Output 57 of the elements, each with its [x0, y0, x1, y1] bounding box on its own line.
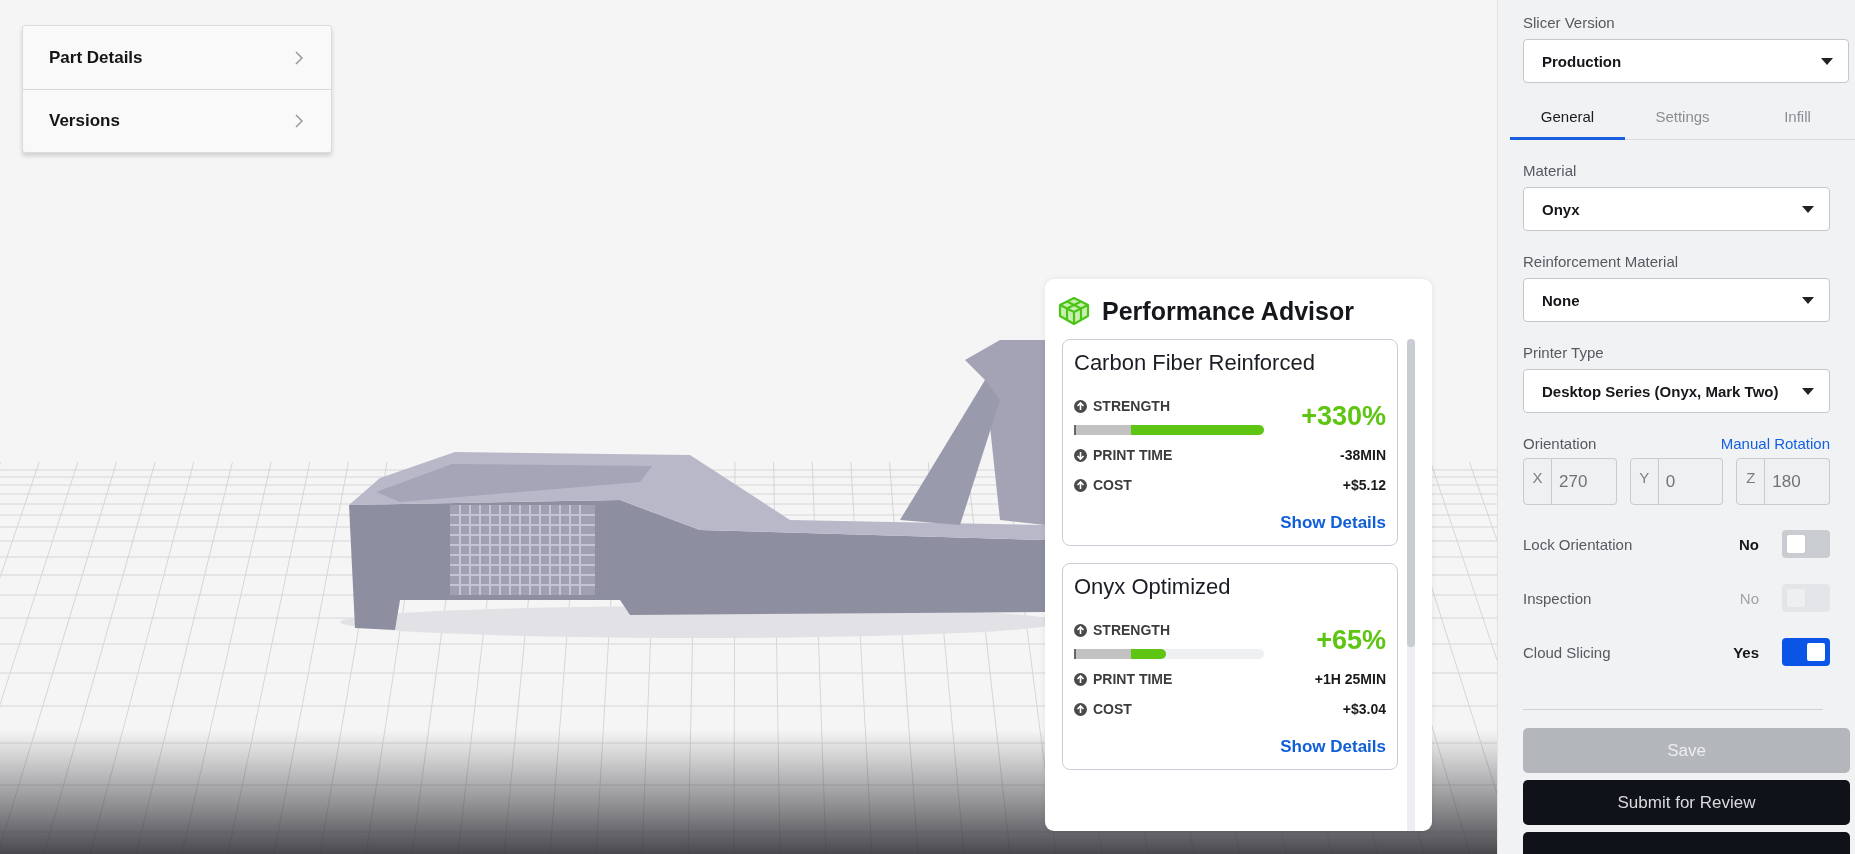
toggle-state-text: Yes — [1733, 643, 1759, 661]
chevron-right-icon — [295, 50, 303, 65]
dropdown[interactable]: Desktop Series (Onyx, Mark Two) — [1523, 369, 1830, 413]
toggle-switch[interactable] — [1782, 638, 1830, 666]
tab[interactable]: Settings — [1625, 95, 1740, 140]
rotation-input[interactable]: 270 — [1552, 458, 1617, 505]
metric-value: +65% — [1316, 625, 1386, 656]
panel-title: Performance Advisor — [1102, 296, 1354, 326]
grid-cube-icon — [1058, 296, 1090, 326]
chevron-right-icon — [295, 114, 303, 128]
metric-value: -38MIN — [1340, 447, 1386, 463]
field-label: Reinforcement Material — [1523, 253, 1680, 270]
field-label: Slicer Version — [1523, 14, 1616, 31]
toggle-label: Cloud Slicing — [1523, 643, 1612, 661]
metric-value: +$5.12 — [1342, 477, 1386, 493]
caret-icon — [1821, 57, 1833, 65]
rotation-input[interactable]: 0 — [1658, 458, 1724, 505]
baseline-bar — [1074, 425, 1131, 435]
field-label: Printer Type — [1523, 344, 1605, 361]
metric-label: STRENGTH — [1093, 398, 1170, 414]
rotation-input[interactable]: 180 — [1765, 458, 1830, 505]
toggle-label: Inspection — [1523, 589, 1593, 607]
axis-label: X — [1523, 458, 1552, 505]
metric-value: +1H 25MIN — [1314, 671, 1386, 687]
metric-label: PRINT TIME — [1093, 671, 1173, 687]
action-button[interactable]: Submit for Review — [1523, 780, 1850, 825]
tab[interactable]: General — [1510, 95, 1625, 140]
card-title: Carbon Fiber Reinforced — [1074, 350, 1316, 376]
scrollbar[interactable] — [1407, 339, 1415, 831]
caret-icon — [1802, 387, 1814, 395]
show-details-link[interactable]: Show Details — [1280, 513, 1386, 533]
menu-item[interactable]: Part Details — [23, 26, 331, 89]
baseline-bar — [1074, 649, 1131, 659]
field-label: Material — [1523, 162, 1578, 179]
axis-label: Y — [1629, 458, 1659, 505]
metric-label: COST — [1093, 701, 1132, 717]
show-details-link[interactable]: Show Details — [1280, 737, 1386, 757]
toggle-label: Lock Orientation — [1523, 535, 1634, 553]
toggle-state-text: No — [1739, 589, 1759, 607]
axis-label: Z — [1736, 458, 1766, 505]
metric-value: +$3.04 — [1342, 701, 1386, 717]
metric-label: PRINT TIME — [1093, 447, 1173, 463]
tab[interactable]: Infill — [1740, 95, 1855, 140]
toggle-switch[interactable] — [1782, 530, 1830, 558]
slicer-version-dropdown[interactable]: Production — [1523, 39, 1849, 83]
caret-icon — [1802, 205, 1814, 213]
caret-icon — [1802, 296, 1814, 304]
metric-label: COST — [1093, 477, 1132, 493]
field-label: Orientation — [1523, 435, 1597, 452]
card-title: Onyx Optimized — [1074, 574, 1232, 600]
metric-label: STRENGTH — [1093, 622, 1170, 638]
metric-value: +330% — [1301, 401, 1386, 432]
manual-rotation-link[interactable]: Manual Rotation — [1720, 435, 1830, 452]
dropdown[interactable]: None — [1523, 278, 1830, 322]
menu-item[interactable]: Versions — [23, 89, 331, 152]
toggle-state-text: No — [1739, 535, 1759, 553]
dropdown[interactable]: Onyx — [1523, 187, 1830, 231]
